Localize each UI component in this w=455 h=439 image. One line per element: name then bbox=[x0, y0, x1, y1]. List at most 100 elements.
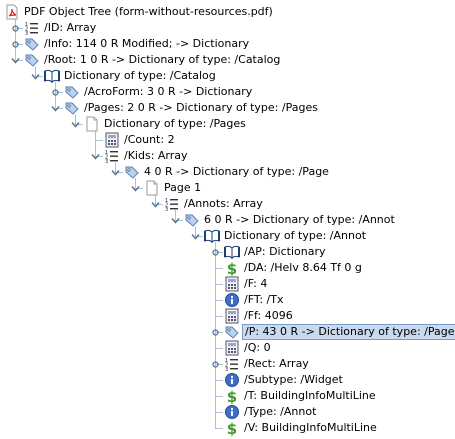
tree-node-label[interactable]: /P: 43 0 R -> Dictionary of type: /Page bbox=[242, 324, 455, 340]
collapse-toggle-icon[interactable] bbox=[151, 199, 160, 208]
number-icon bbox=[224, 340, 240, 356]
pdf-object-tree[interactable]: PDF Object Tree (form-without-resources.… bbox=[0, 0, 455, 438]
tag-icon bbox=[64, 84, 80, 100]
tree-node-label[interactable]: PDF Object Tree (form-without-resources.… bbox=[22, 4, 275, 20]
tree-node-label[interactable]: /Rect: Array bbox=[242, 356, 311, 372]
tree-node[interactable]: $ /V: BuildingInfoMultiLine bbox=[0, 420, 455, 438]
name-icon bbox=[224, 404, 240, 420]
tag-icon bbox=[24, 36, 40, 52]
dictionary-icon bbox=[224, 244, 240, 260]
tree-node[interactable]: /Subtype: /Widget bbox=[0, 372, 455, 388]
page-icon bbox=[144, 180, 160, 196]
tree-node[interactable]: $ /DA: /Helv 8.64 Tf 0 g bbox=[0, 260, 455, 278]
tree-node-label[interactable]: /AcroForm: 3 0 R -> Dictionary bbox=[82, 84, 254, 100]
pdf-icon bbox=[4, 4, 20, 20]
number-icon bbox=[104, 132, 120, 148]
tag-icon bbox=[124, 164, 140, 180]
tree-node[interactable]: PDF Object Tree (form-without-resources.… bbox=[0, 4, 455, 20]
tree-node[interactable]: /F: 4 bbox=[0, 276, 455, 292]
name-icon bbox=[224, 372, 240, 388]
tree-node-label[interactable]: /Root: 1 0 R -> Dictionary of type: /Cat… bbox=[42, 52, 282, 68]
expand-toggle-icon[interactable] bbox=[211, 327, 220, 336]
string-icon: $ bbox=[224, 388, 240, 406]
tree-node[interactable]: /AP: Dictionary bbox=[0, 244, 455, 260]
dictionary-icon bbox=[204, 228, 220, 244]
tree-node[interactable]: 4 0 R -> Dictionary of type: /Page bbox=[0, 164, 455, 180]
tree-node[interactable]: /Count: 2 bbox=[0, 132, 455, 148]
tree-node[interactable]: /Pages: 2 0 R -> Dictionary of type: /Pa… bbox=[0, 100, 455, 116]
tree-node-label[interactable]: /ID: Array bbox=[42, 20, 98, 36]
number-icon bbox=[224, 308, 240, 324]
tree-node-label[interactable]: 4 0 R -> Dictionary of type: /Page bbox=[142, 164, 331, 180]
tree-node[interactable]: 1 2 3/ID: Array bbox=[0, 20, 455, 37]
collapse-toggle-icon[interactable] bbox=[131, 183, 140, 192]
tree-node[interactable]: /P: 43 0 R -> Dictionary of type: /Page bbox=[0, 324, 455, 340]
expand-toggle-icon[interactable] bbox=[11, 23, 20, 32]
expand-toggle-icon[interactable] bbox=[11, 39, 20, 48]
number-icon bbox=[224, 276, 240, 292]
tree-node-label[interactable]: /Ff: 4096 bbox=[242, 308, 295, 324]
dictionary-icon bbox=[44, 68, 60, 84]
tree-node-label[interactable]: Page 1 bbox=[162, 180, 203, 196]
tree-node-label[interactable]: /Info: 114 0 R Modified; -> Dictionary bbox=[42, 36, 251, 52]
tree-node[interactable]: $ /T: BuildingInfoMultiLine bbox=[0, 388, 455, 406]
tree-node-label[interactable]: /AP: Dictionary bbox=[242, 244, 328, 260]
tree-node[interactable]: Page 1 bbox=[0, 180, 455, 196]
tree-node-label[interactable]: /FT: /Tx bbox=[242, 292, 286, 308]
page-icon bbox=[84, 116, 100, 132]
tree-node-label[interactable]: /V: BuildingInfoMultiLine bbox=[242, 420, 379, 436]
array-icon: 123 bbox=[24, 20, 40, 37]
collapse-toggle-icon[interactable] bbox=[171, 215, 180, 224]
svg-text:$: $ bbox=[227, 420, 237, 436]
svg-text:$: $ bbox=[227, 388, 237, 404]
collapse-toggle-icon[interactable] bbox=[71, 119, 80, 128]
expand-toggle-icon[interactable] bbox=[51, 87, 60, 96]
tag-icon bbox=[64, 100, 80, 116]
collapse-toggle-icon[interactable] bbox=[91, 151, 100, 160]
tree-node-label[interactable]: /Pages: 2 0 R -> Dictionary of type: /Pa… bbox=[82, 100, 320, 116]
tree-node-label[interactable]: /Type: /Annot bbox=[242, 404, 318, 420]
string-icon: $ bbox=[224, 260, 240, 278]
tree-node[interactable]: /Info: 114 0 R Modified; -> Dictionary bbox=[0, 36, 455, 52]
collapse-toggle-icon[interactable] bbox=[11, 55, 20, 64]
tree-node[interactable]: /AcroForm: 3 0 R -> Dictionary bbox=[0, 84, 455, 100]
tree-node-label[interactable]: /Subtype: /Widget bbox=[242, 372, 345, 388]
svg-text:$: $ bbox=[227, 260, 237, 276]
tree-node[interactable]: /Ff: 4096 bbox=[0, 308, 455, 324]
tree-node-label[interactable]: /F: 4 bbox=[242, 276, 269, 292]
tree-node-label[interactable]: /T: BuildingInfoMultiLine bbox=[242, 388, 378, 404]
expand-toggle-icon[interactable] bbox=[211, 247, 220, 256]
tree-node-label[interactable]: /DA: /Helv 8.64 Tf 0 g bbox=[242, 260, 364, 276]
tag-icon bbox=[24, 52, 40, 68]
expand-toggle-icon[interactable] bbox=[211, 359, 220, 368]
array-icon: 123 bbox=[164, 196, 180, 213]
tag-icon bbox=[224, 324, 240, 340]
array-icon: 123 bbox=[224, 356, 240, 373]
tree-node[interactable]: 1 2 3/Kids: Array bbox=[0, 148, 455, 165]
tree-node[interactable]: /Q: 0 bbox=[0, 340, 455, 356]
tree-node[interactable]: 1 2 3/Rect: Array bbox=[0, 356, 455, 373]
tree-node-label[interactable]: /Count: 2 bbox=[122, 132, 177, 148]
collapse-toggle-icon[interactable] bbox=[31, 71, 40, 80]
tree-node[interactable]: 1 2 3/Annots: Array bbox=[0, 196, 455, 213]
tree-node-label[interactable]: /Kids: Array bbox=[122, 148, 190, 164]
tree-node-label[interactable]: Dictionary of type: /Pages bbox=[102, 116, 248, 132]
array-icon: 123 bbox=[104, 148, 120, 165]
tree-node-label[interactable]: Dictionary of type: /Annot bbox=[222, 228, 368, 244]
tree-node[interactable]: Dictionary of type: /Pages bbox=[0, 116, 455, 132]
tag-icon bbox=[184, 212, 200, 228]
collapse-toggle-icon[interactable] bbox=[51, 103, 60, 112]
tree-node-label[interactable]: 6 0 R -> Dictionary of type: /Annot bbox=[202, 212, 397, 228]
tree-node-label[interactable]: /Q: 0 bbox=[242, 340, 273, 356]
name-icon bbox=[224, 292, 240, 308]
tree-node[interactable]: Dictionary of type: /Annot bbox=[0, 228, 455, 244]
tree-node[interactable]: /Type: /Annot bbox=[0, 404, 455, 420]
tree-node[interactable]: /FT: /Tx bbox=[0, 292, 455, 308]
collapse-toggle-icon[interactable] bbox=[191, 231, 200, 240]
tree-node[interactable]: /Root: 1 0 R -> Dictionary of type: /Cat… bbox=[0, 52, 455, 68]
collapse-toggle-icon[interactable] bbox=[111, 167, 120, 176]
tree-node-label[interactable]: /Annots: Array bbox=[182, 196, 265, 212]
tree-node[interactable]: Dictionary of type: /Catalog bbox=[0, 68, 455, 84]
tree-node[interactable]: 6 0 R -> Dictionary of type: /Annot bbox=[0, 212, 455, 228]
tree-node-label[interactable]: Dictionary of type: /Catalog bbox=[62, 68, 218, 84]
